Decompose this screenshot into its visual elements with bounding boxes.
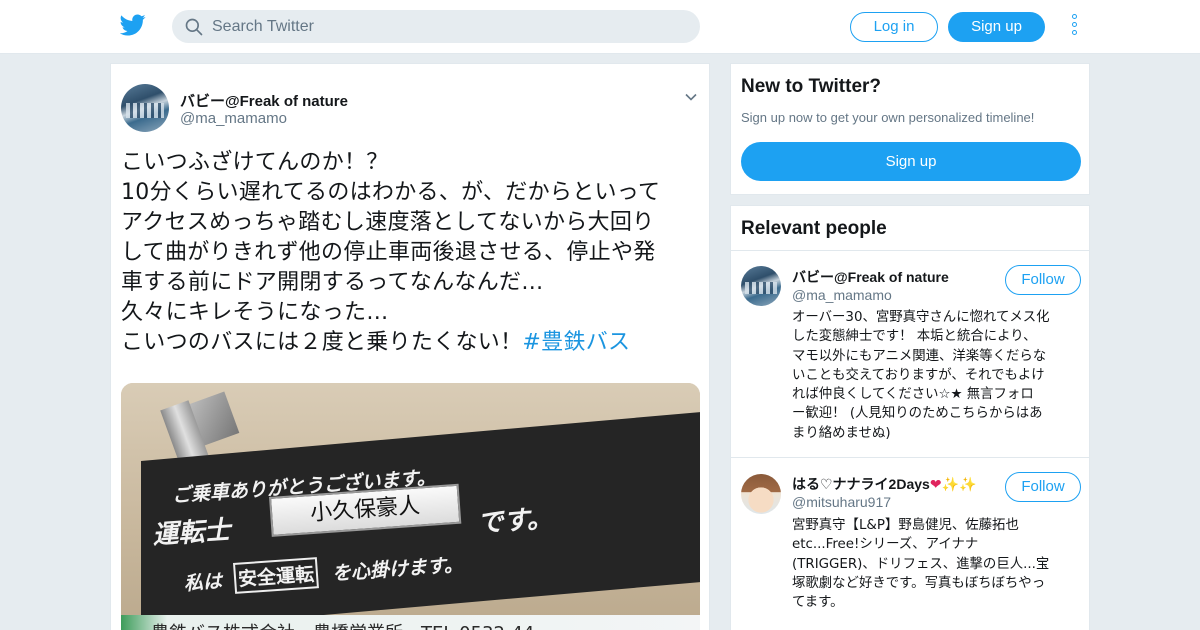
chevron-down-icon[interactable]: [684, 90, 698, 104]
search-icon: [185, 18, 203, 36]
person-bio: 宮野真守【L&P】野島健児、佐藤拓也 etc...Free!シリーズ、アイナナ …: [792, 516, 1082, 612]
person-name-text: はる♡ナナライ2Days: [792, 476, 930, 492]
tweet-line: 車する前にドア開閉するってなんなんだ…: [121, 270, 544, 295]
bio-line: マモ以外にもアニメ関連、洋楽等くだらな: [792, 348, 1047, 364]
tweet-line-text: こいつのバスには２度と乗りたくない！: [121, 330, 523, 355]
signup-panel-title: New to Twitter?: [741, 76, 882, 97]
tweet-photo[interactable]: ご乗車ありがとうございます。 運転士 小久保豪人 です。 私は 安全運転 を心掛…: [121, 383, 700, 630]
login-button[interactable]: Log in: [850, 12, 938, 42]
avatar[interactable]: [121, 84, 169, 132]
tweet-text: こいつふざけてんのか！？ 10分くらい遅れてるのはわかる、が、だからといって ア…: [121, 148, 701, 358]
search-box[interactable]: [172, 10, 700, 43]
bio-line: オーバー30、宮野真守さんに惚れてメス化: [792, 310, 1050, 325]
photo-text-safety-prefix: 私は: [183, 570, 223, 595]
photo-text-driver-suffix: です。: [476, 503, 554, 539]
hashtag-link[interactable]: #豊鉄バス: [522, 330, 630, 355]
person-handle[interactable]: @ma_mamamo: [792, 287, 892, 303]
relevant-people-title: Relevant people: [741, 218, 887, 239]
person-item: バビー@Freak of nature @ma_mamamo Follow オー…: [731, 251, 1089, 456]
tweet-author-handle[interactable]: @ma_mamamo: [180, 110, 287, 127]
signup-panel-button[interactable]: Sign up: [741, 142, 1081, 181]
tweet-line: こいつのバスには２度と乗りたくない！#豊鉄バス: [121, 328, 701, 358]
bio-line: いことも交えておりますが、それでもよけ: [792, 367, 1045, 383]
tweet-card: バビー@Freak of nature @ma_mamamo こいつふざけてんの…: [110, 63, 710, 630]
bio-line: etc...Free!シリーズ、アイナナ: [792, 537, 979, 553]
follow-button[interactable]: Follow: [1005, 265, 1081, 295]
search-input[interactable]: [212, 10, 682, 43]
signup-panel-subtitle: Sign up now to get your own personalized…: [741, 110, 1035, 125]
person-handle[interactable]: @mitsuharu917: [792, 494, 891, 510]
avatar[interactable]: [741, 474, 781, 514]
bio-line: ー歓迎！ (人見知りのためこちらからはあ: [792, 406, 1043, 422]
photo-text-driver-prefix: 運転士: [151, 515, 232, 551]
person-name[interactable]: バビー@Freak of nature: [792, 267, 949, 287]
bio-line: 塚歌劇など好きです。写真もぼちぼちやっ: [792, 575, 1046, 591]
tweet-line: 久々にキレそうになった…: [121, 300, 389, 325]
signup-panel: New to Twitter? Sign up now to get your …: [730, 63, 1090, 195]
bio-line: した変態紳士です！ 本垢と統合により、: [792, 329, 1037, 345]
more-vertical-icon[interactable]: [1066, 14, 1082, 40]
top-navigation-bar: Log in Sign up: [0, 0, 1200, 54]
sparkles-emoji-icon: ✨✨: [941, 476, 977, 492]
tweet-author-name[interactable]: バビー@Freak of nature: [180, 90, 348, 111]
photo-text-safety-box: 安全運転: [233, 557, 319, 594]
follow-button[interactable]: Follow: [1005, 472, 1081, 502]
signup-button[interactable]: Sign up: [948, 12, 1045, 42]
tweet-line: して曲がりきれず他の停止車両後退させる、停止や発: [121, 240, 656, 265]
person-name[interactable]: はる♡ナナライ2Days❤✨✨: [792, 474, 976, 494]
tweet-line: 10分くらい遅れてるのはわかる、が、だからといって: [121, 180, 661, 205]
twitter-bird-icon[interactable]: [120, 12, 146, 38]
bio-line: れば仲良くしてください☆★ 無言フォロ: [792, 387, 1034, 403]
relevant-people-panel: Relevant people バビー@Freak of nature @ma_…: [730, 205, 1090, 630]
bio-line: 宮野真守【L&P】野島健児、佐藤拓也: [792, 518, 1019, 533]
person-bio: オーバー30、宮野真守さんに惚れてメス化 した変態紳士です！ 本垢と統合により、…: [792, 308, 1082, 443]
avatar[interactable]: [741, 266, 781, 306]
bio-line: まり絡めませぬ): [792, 425, 891, 441]
tweet-line: アクセスめっちゃ踏むし速度落としてないから大回り: [121, 210, 655, 235]
bio-line: てます。: [792, 595, 844, 611]
photo-text-company: 豊鉄バス株式会社 豊橋営業所 TEL 0532-44-: [151, 619, 541, 630]
person-item: はる♡ナナライ2Days❤✨✨ @mitsuharu917 Follow 宮野真…: [731, 458, 1089, 630]
bio-line: (TRIGGER)、ドリフェス、進撃の巨人...宝: [792, 556, 1050, 572]
heart-emoji-icon: ❤: [929, 476, 942, 492]
tweet-line: こいつふざけてんのか！？: [121, 150, 389, 175]
